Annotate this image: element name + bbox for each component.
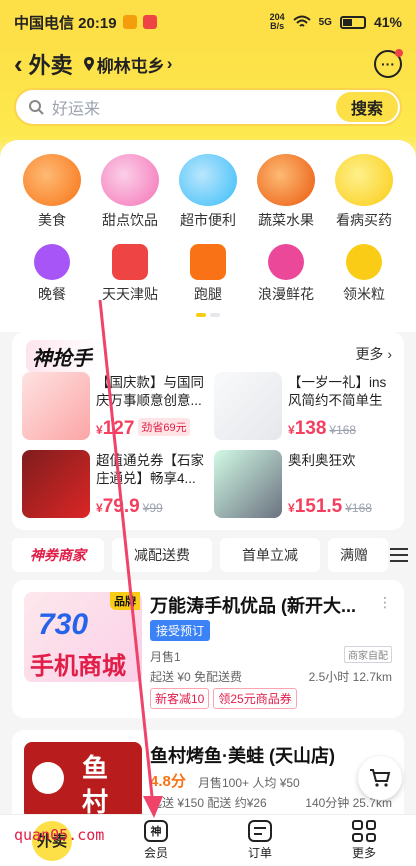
- dinner-icon: [34, 244, 70, 280]
- delivery-info: 起送 ¥150 配送 约¥26: [150, 796, 267, 810]
- cake-image: [22, 372, 90, 440]
- battery-level: 41%: [373, 14, 402, 30]
- fruit-icon: [257, 154, 315, 206]
- pager-dot: [210, 313, 220, 317]
- signal-5g: 5G: [318, 16, 332, 28]
- coupon-chip: 新客减10: [150, 688, 210, 709]
- deal-item[interactable]: 奥利奥狂欢 ¥151.5 ¥168: [214, 450, 400, 522]
- search-bar[interactable]: 好运来 搜索: [14, 88, 402, 126]
- deal-item[interactable]: 【国庆款】与国同庆万事顺意创意... ¥127 劲省69元: [22, 372, 208, 444]
- deal-price: ¥79.9 ¥99: [96, 496, 163, 517]
- category-errand[interactable]: 跑腿: [168, 244, 248, 304]
- category-flowers[interactable]: 浪漫鲜花: [246, 244, 326, 304]
- search-icon: [29, 100, 44, 115]
- coupon-chip: 领25元商品券: [213, 688, 297, 709]
- shopping-basket-icon: [179, 154, 237, 206]
- notification-icon: [122, 15, 137, 29]
- crayfish-image: [22, 450, 90, 518]
- tab-member[interactable]: 神 会员: [104, 815, 208, 866]
- category-supermarket[interactable]: 超市便利: [168, 154, 248, 230]
- filter-menu-icon[interactable]: [390, 548, 408, 566]
- category-grid: 美食 甜点饮品 超市便利 蔬菜水果 看病买药 晚餐 天天津贴 跑腿 浪漫鲜花 领…: [0, 140, 416, 332]
- grid-icon: [352, 820, 376, 842]
- cake-image: [214, 450, 282, 518]
- dessert-icon: [101, 154, 159, 206]
- category-pager: [196, 313, 220, 317]
- distance-info: 2.5小时 12.7km: [308, 670, 392, 684]
- category-subsidy[interactable]: 天天津贴: [90, 244, 170, 304]
- location-pin-icon: [83, 57, 94, 71]
- fish-logo-icon: [32, 762, 64, 794]
- delivery-info: 起送 ¥0 免配送费: [150, 670, 243, 684]
- brand-badge: 品牌: [110, 592, 140, 610]
- more-options-icon[interactable]: ⋮: [378, 594, 392, 611]
- chat-bubble-icon: ···: [381, 56, 395, 72]
- search-input[interactable]: 好运来: [52, 95, 336, 119]
- flash-deal-title: 神抢手: [26, 340, 98, 373]
- category-medicine[interactable]: 看病买药: [324, 154, 404, 230]
- location-selector[interactable]: 柳林屯乡 ›: [83, 52, 173, 77]
- deal-item[interactable]: 超值通兑券【石家庄通兑】畅享4... ¥79.9 ¥99: [22, 450, 208, 522]
- category-dinner[interactable]: 晚餐: [12, 244, 92, 304]
- filter-bar: 神券商家 减配送费 首单立减 满赠: [12, 538, 416, 572]
- chevron-right-icon: ›: [166, 54, 173, 73]
- shop-rating: 4.8分: [150, 773, 186, 790]
- weibo-icon: [142, 15, 157, 29]
- category-fruits[interactable]: 蔬菜水果: [246, 154, 326, 230]
- deal-item[interactable]: 【一岁一礼】ins风简约不简单生日... ¥138¥168: [214, 372, 400, 444]
- category-food[interactable]: 美食: [12, 154, 92, 230]
- status-bar: 中国电信 20:19 204 B/s 5G 41%: [0, 0, 416, 44]
- unread-dot: [395, 49, 403, 57]
- shop-card[interactable]: 鱼 村 鱼村烤鱼·美蛙 (天山店) 4.8分 月售100+ 人均 ¥50 起送 …: [12, 730, 404, 820]
- shop-thumbnail: 鱼 村: [24, 742, 142, 820]
- shop-name: 万能涛手机优品 (新开大...: [150, 596, 356, 616]
- cart-icon: [370, 769, 391, 787]
- coupon-row: 新客减10 领25元商品券: [150, 688, 301, 709]
- back-icon[interactable]: ‹: [14, 51, 23, 77]
- medicine-box-icon: [335, 154, 393, 206]
- tab-orders[interactable]: 订单: [208, 815, 312, 866]
- flash-deal-more-link[interactable]: 更多 ›: [355, 344, 392, 364]
- category-desserts[interactable]: 甜点饮品: [90, 154, 170, 230]
- search-button[interactable]: 搜索: [336, 92, 398, 122]
- filter-first-order[interactable]: 首单立减: [220, 538, 320, 572]
- message-button[interactable]: ···: [374, 49, 403, 78]
- food-icon: [23, 154, 81, 206]
- filter-gift[interactable]: 满赠: [328, 538, 388, 572]
- rice-grain-icon: [346, 244, 382, 280]
- tab-more[interactable]: 更多: [312, 815, 416, 866]
- page-title: 外卖: [28, 53, 73, 78]
- category-rice-points[interactable]: 领米粒: [324, 244, 404, 304]
- pager-dot-active: [196, 313, 206, 317]
- wifi-icon: [292, 15, 311, 27]
- deal-price: ¥151.5 ¥168: [288, 496, 372, 517]
- carrier-time: 中国电信 20:19: [14, 14, 117, 32]
- order-icon: [248, 820, 272, 842]
- shop-name: 鱼村烤鱼·美蛙 (天山店): [150, 746, 335, 766]
- filter-coupon-shops[interactable]: 神券商家: [12, 538, 104, 572]
- net-speed: 204 B/s: [269, 12, 285, 31]
- watermark: quan05.com: [14, 826, 105, 844]
- deal-price: ¥127 劲省69元: [96, 418, 190, 440]
- deal-price: ¥138 ¥168: [288, 418, 357, 439]
- shop-card[interactable]: 730 手机商城 品牌 万能涛手机优品 (新开大... ⋮ 接受预订 月售1 商…: [12, 580, 404, 718]
- red-envelope-icon: [112, 244, 148, 280]
- preorder-badge: 接受预订: [150, 620, 211, 641]
- location-label: 柳林屯乡: [96, 56, 165, 76]
- flash-deal-section: 神抢手 更多 › 【国庆款】与国同庆万事顺意创意... ¥127 劲省69元 【一…: [12, 332, 404, 530]
- cart-button[interactable]: [358, 756, 402, 800]
- member-icon: 神: [144, 820, 168, 842]
- self-delivery-badge: 商家自配: [344, 646, 392, 663]
- cake-image: [214, 372, 282, 440]
- flower-icon: [268, 244, 304, 280]
- battery-icon: [339, 15, 366, 29]
- runner-icon: [190, 244, 226, 280]
- shop-sales: 月售1: [150, 650, 181, 664]
- shop-sales: 月售100+ 人均 ¥50: [198, 776, 300, 790]
- filter-reduced-delivery[interactable]: 减配送费: [112, 538, 212, 572]
